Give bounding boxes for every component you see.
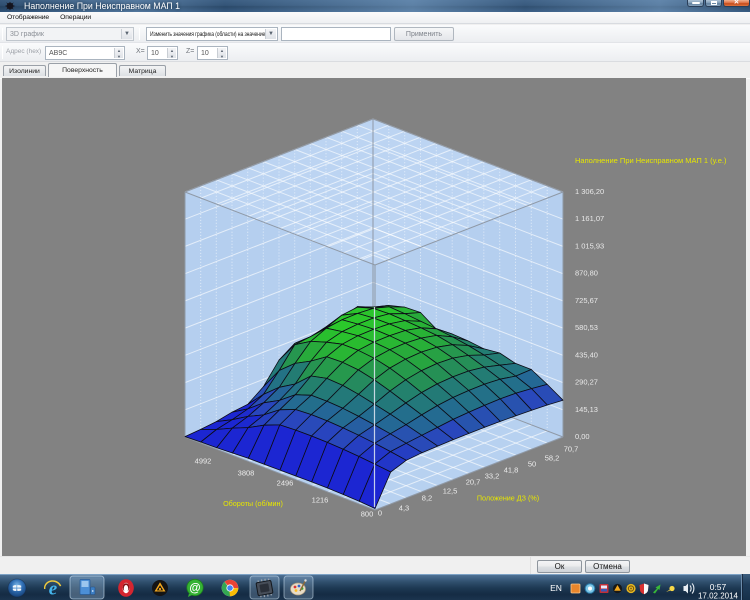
svg-text:1 306,20: 1 306,20 <box>575 187 604 196</box>
svg-text:41,8: 41,8 <box>504 466 519 475</box>
svg-text:725,67: 725,67 <box>575 296 598 305</box>
svg-text:870,80: 870,80 <box>575 269 598 278</box>
svg-text:50: 50 <box>528 460 536 469</box>
svg-text:145,13: 145,13 <box>575 405 598 414</box>
svg-text:3808: 3808 <box>238 469 255 478</box>
svg-text:800: 800 <box>361 510 374 519</box>
svg-text:17.02.2014: 17.02.2014 <box>698 592 739 600</box>
svg-text:0,00: 0,00 <box>575 432 590 441</box>
svg-text:4,3: 4,3 <box>399 504 409 513</box>
svg-text:12,5: 12,5 <box>443 487 458 496</box>
svg-text:2496: 2496 <box>277 479 294 488</box>
svg-text:@: @ <box>189 583 200 595</box>
svg-text:0: 0 <box>378 509 382 518</box>
svg-text:33,2: 33,2 <box>485 472 500 481</box>
svg-text:Наполнение При Неисправном МАП: Наполнение При Неисправном МАП 1 (у.е.) <box>575 156 727 165</box>
svg-text:58,2: 58,2 <box>545 454 560 463</box>
svg-text:70,7: 70,7 <box>564 445 579 454</box>
svg-text:290,27: 290,27 <box>575 378 598 387</box>
svg-text:4992: 4992 <box>195 457 212 466</box>
svg-text:580,53: 580,53 <box>575 323 598 332</box>
svg-text:EN: EN <box>550 583 562 593</box>
svg-text:20,7: 20,7 <box>466 478 481 487</box>
svg-text:1 161,07: 1 161,07 <box>575 214 604 223</box>
svg-text:1216: 1216 <box>312 496 329 505</box>
svg-text:Обороты (об/мин): Обороты (об/мин) <box>223 499 283 508</box>
svg-text:435,40: 435,40 <box>575 350 598 359</box>
svg-text:0:57: 0:57 <box>710 582 727 592</box>
svg-text:Положение ДЗ (%): Положение ДЗ (%) <box>477 494 539 503</box>
svg-text:8,2: 8,2 <box>422 494 432 503</box>
svg-text:1 015,93: 1 015,93 <box>575 241 604 250</box>
